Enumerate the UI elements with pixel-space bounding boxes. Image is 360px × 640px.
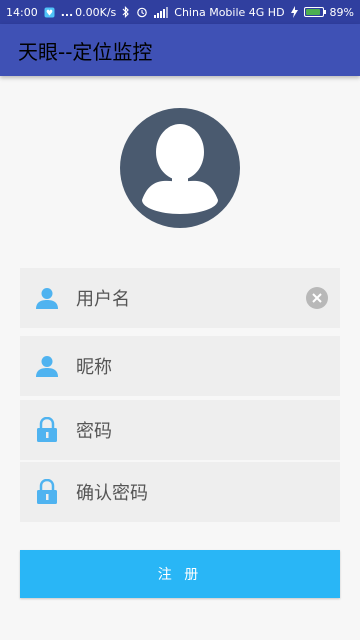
person-icon bbox=[28, 286, 66, 310]
net-speed: 0.00K/s bbox=[75, 5, 117, 19]
clear-icon[interactable] bbox=[306, 287, 328, 309]
person-icon bbox=[28, 354, 66, 378]
nickname-field[interactable]: 昵称 bbox=[20, 336, 340, 396]
battery-icon bbox=[303, 7, 326, 17]
lock-icon bbox=[28, 417, 66, 443]
status-time: 14:00 bbox=[6, 5, 38, 19]
password-field[interactable]: 密码 bbox=[20, 400, 340, 460]
battery-percent: 89% bbox=[329, 5, 354, 19]
username-placeholder: 用户名 bbox=[76, 289, 130, 310]
nickname-placeholder: 昵称 bbox=[76, 357, 112, 378]
carrier-label: China Mobile 4G HD bbox=[174, 5, 285, 19]
person-silhouette-icon bbox=[142, 124, 218, 214]
bluetooth-icon bbox=[122, 6, 130, 18]
confirm-password-placeholder: 确认密码 bbox=[76, 483, 148, 504]
svg-text:♥: ♥ bbox=[46, 8, 53, 17]
status-dots: ... bbox=[60, 5, 74, 19]
username-field[interactable]: 用户名 bbox=[20, 268, 340, 328]
app-title: 天眼--定位监控 bbox=[18, 39, 153, 64]
charging-icon bbox=[290, 6, 298, 18]
app-bar: 天眼--定位监控 bbox=[0, 24, 360, 76]
status-bar: 14:00 ♥ ... 0.00K/s China Mobile 4G HD 8… bbox=[0, 0, 360, 24]
confirm-password-field[interactable]: 确认密码 bbox=[20, 462, 340, 522]
lock-icon bbox=[28, 479, 66, 505]
signal-icon bbox=[154, 6, 169, 18]
password-placeholder: 密码 bbox=[76, 421, 112, 442]
alarm-icon bbox=[136, 6, 148, 18]
notification-icon: ♥ bbox=[44, 7, 55, 18]
avatar[interactable] bbox=[120, 108, 240, 228]
register-button[interactable]: 注 册 bbox=[20, 550, 340, 598]
